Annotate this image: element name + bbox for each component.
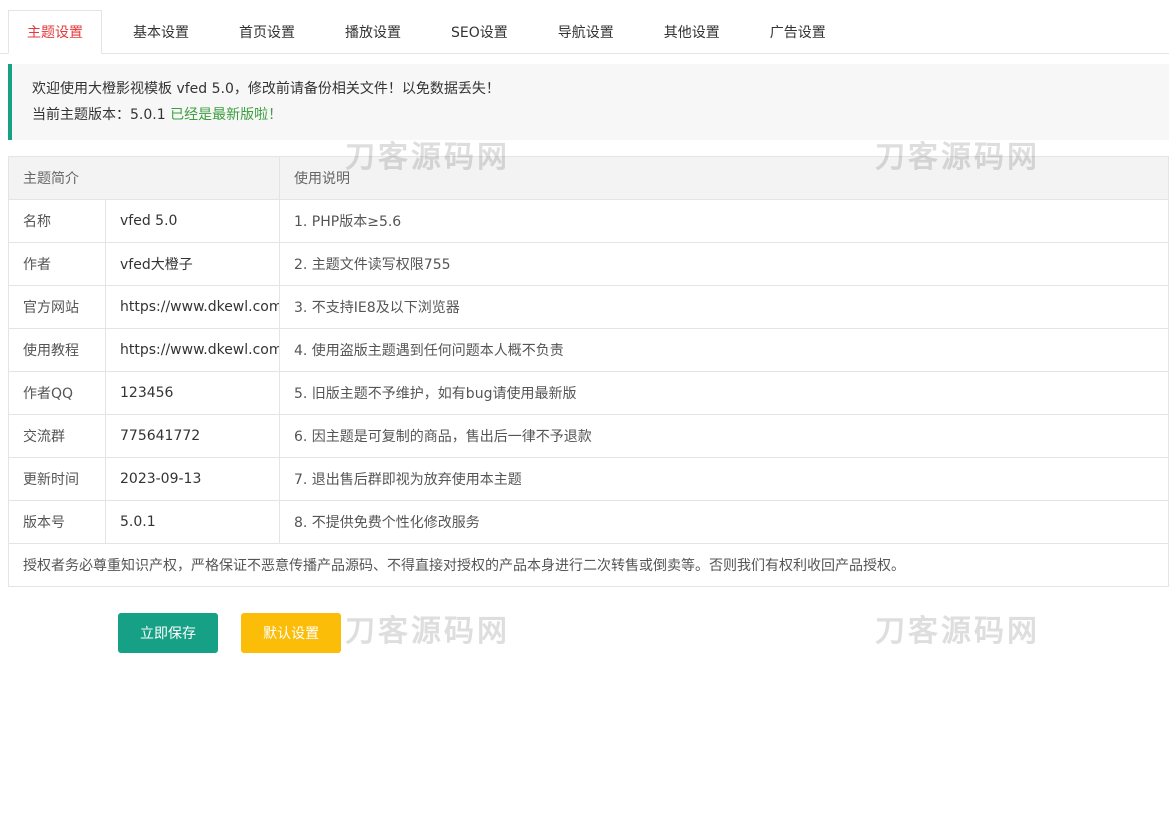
license-text: 授权者务必尊重知识产权，严格保证不恶意传播产品源码、不得直接对授权的产品本身进行… <box>9 544 1169 587</box>
notice-latest-badge: 已经是最新版啦！ <box>170 107 282 123</box>
table-header-row: 主题简介 使用说明 <box>9 157 1169 200</box>
action-button-row: 立即保存 默认设置 <box>118 613 1169 653</box>
notice-box: 欢迎使用大橙影视模板 vfed 5.0，修改前请备份相关文件！以免数据丢失！ 当… <box>8 64 1169 140</box>
table-row: 交流群7756417726. 因主题是可复制的商品，售出后一律不予退款 <box>9 415 1169 458</box>
row-value: 775641772 <box>106 415 280 458</box>
theme-info-table: 主题简介 使用说明 名称vfed 5.01. PHP版本≥5.6作者vfed大橙… <box>8 156 1169 587</box>
row-label: 作者QQ <box>9 372 106 415</box>
default-settings-button[interactable]: 默认设置 <box>241 613 341 653</box>
tab-basic-settings[interactable]: 基本设置 <box>114 10 208 54</box>
row-value: 2023-09-13 <box>106 458 280 501</box>
tab-bar: 主题设置基本设置首页设置播放设置 SEO设置导航设置其他设置广告设置 <box>0 10 1169 54</box>
tab-seo-settings[interactable]: SEO设置 <box>432 10 527 54</box>
license-row: 授权者务必尊重知识产权，严格保证不恶意传播产品源码、不得直接对授权的产品本身进行… <box>9 544 1169 587</box>
tab-play-settings[interactable]: 播放设置 <box>326 10 420 54</box>
table-header-intro: 主题简介 <box>9 157 280 200</box>
row-note: 4. 使用盗版主题遇到任何问题本人概不负责 <box>280 329 1169 372</box>
row-note: 8. 不提供免费个性化修改服务 <box>280 501 1169 544</box>
row-label: 名称 <box>9 200 106 243</box>
table-header-usage: 使用说明 <box>280 157 1169 200</box>
row-label: 使用教程 <box>9 329 106 372</box>
row-value: vfed大橙子 <box>106 243 280 286</box>
row-value: https://www.dkewl.com <box>106 286 280 329</box>
table-row: 作者QQ1234565. 旧版主题不予维护，如有bug请使用最新版 <box>9 372 1169 415</box>
row-label: 版本号 <box>9 501 106 544</box>
table-row: 名称vfed 5.01. PHP版本≥5.6 <box>9 200 1169 243</box>
info-table-body: 名称vfed 5.01. PHP版本≥5.6作者vfed大橙子2. 主题文件读写… <box>9 200 1169 587</box>
table-row: 作者vfed大橙子2. 主题文件读写权限755 <box>9 243 1169 286</box>
row-value: vfed 5.0 <box>106 200 280 243</box>
row-note: 6. 因主题是可复制的商品，售出后一律不予退款 <box>280 415 1169 458</box>
row-label: 作者 <box>9 243 106 286</box>
table-row: 官方网站https://www.dkewl.com3. 不支持IE8及以下浏览器 <box>9 286 1169 329</box>
row-note: 3. 不支持IE8及以下浏览器 <box>280 286 1169 329</box>
table-row: 使用教程https://www.dkewl.com4. 使用盗版主题遇到任何问题… <box>9 329 1169 372</box>
tab-theme-settings[interactable]: 主题设置 <box>8 10 102 54</box>
row-note: 2. 主题文件读写权限755 <box>280 243 1169 286</box>
row-label: 官方网站 <box>9 286 106 329</box>
row-value: https://www.dkewl.com <box>106 329 280 372</box>
tab-other-settings[interactable]: 其他设置 <box>645 10 739 54</box>
row-value: 123456 <box>106 372 280 415</box>
tab-ad-settings[interactable]: 广告设置 <box>751 10 845 54</box>
tab-nav-settings[interactable]: 导航设置 <box>539 10 633 54</box>
row-value: 5.0.1 <box>106 501 280 544</box>
table-row: 版本号5.0.18. 不提供免费个性化修改服务 <box>9 501 1169 544</box>
save-button[interactable]: 立即保存 <box>118 613 218 653</box>
row-note: 5. 旧版主题不予维护，如有bug请使用最新版 <box>280 372 1169 415</box>
table-row: 更新时间2023-09-137. 退出售后群即视为放弃使用本主题 <box>9 458 1169 501</box>
row-label: 交流群 <box>9 415 106 458</box>
notice-line2: 当前主题版本：5.0.1 已经是最新版啦！ <box>32 102 1149 128</box>
row-note: 7. 退出售后群即视为放弃使用本主题 <box>280 458 1169 501</box>
row-note: 1. PHP版本≥5.6 <box>280 200 1169 243</box>
notice-line1: 欢迎使用大橙影视模板 vfed 5.0，修改前请备份相关文件！以免数据丢失！ <box>32 76 1149 102</box>
tab-home-settings[interactable]: 首页设置 <box>220 10 314 54</box>
notice-version-text: 当前主题版本：5.0.1 <box>32 107 166 123</box>
row-label: 更新时间 <box>9 458 106 501</box>
